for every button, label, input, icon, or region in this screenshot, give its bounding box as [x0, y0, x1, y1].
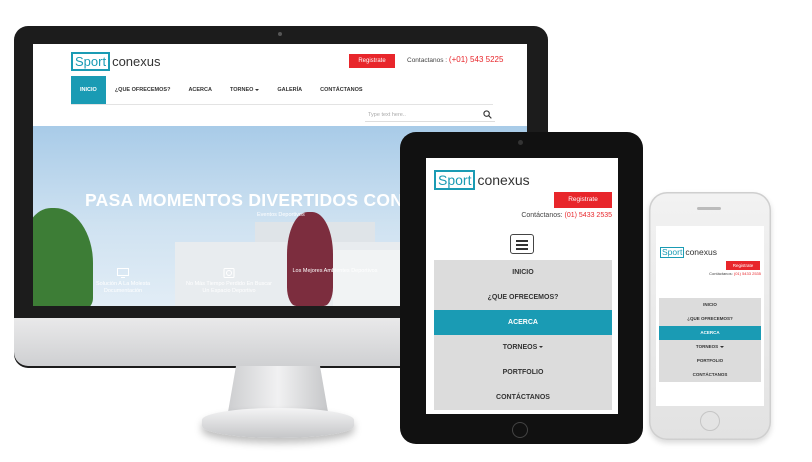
hero-subtitle: Eventos Deportivos — [257, 212, 305, 218]
caret-down-icon — [255, 88, 260, 91]
menu-item-acerca[interactable]: ACERCA — [659, 326, 761, 340]
logo-conexus: conexus — [685, 247, 717, 257]
home-button-icon — [700, 411, 720, 431]
timer-icon — [223, 268, 235, 278]
menu-item-inicio[interactable]: INICIO — [434, 260, 612, 285]
menu-item-portfolio[interactable]: PORTFOLIO — [434, 360, 612, 385]
hamburger-menu-icon[interactable] — [510, 234, 534, 254]
search-placeholder: Type text here.. — [368, 112, 406, 118]
hero-title: PASA MOMENTOS DIVERTIDOS CON — [85, 190, 404, 210]
menu-item-contactanos[interactable]: CONTÁCTANOS — [659, 368, 761, 382]
logo-sport: Sport — [434, 170, 476, 190]
imac-stand-neck — [228, 366, 328, 412]
search-input[interactable]: Type text here.. — [365, 108, 495, 122]
monitor-icon — [117, 268, 129, 278]
logo-sport: Sport — [71, 52, 111, 71]
feature-line1: Solución A La Molesta — [95, 281, 151, 287]
contact-label: Contáctanos: — [521, 212, 563, 219]
desktop-header: Sport conexus Registrate Contactanos : (… — [33, 44, 527, 74]
feature-tiempo: No Más Tiempo Perdido En Buscar Un Espac… — [181, 268, 277, 295]
menu-item-acerca[interactable]: ACERCA — [434, 310, 612, 335]
logo[interactable]: Sport conexus — [71, 52, 161, 71]
menu-item-portfolio[interactable]: PORTFOLIO — [659, 354, 761, 368]
speaker-icon — [697, 207, 721, 210]
tablet-nav-menu: INICIO ¿QUE OFRECEMOS? ACERCA TORNEOS PO… — [434, 260, 612, 410]
nav-item-galeria[interactable]: GALERÍA — [268, 76, 311, 104]
camera-icon — [518, 140, 523, 145]
feature-ambientes: Los Mejores Ambientes Deportivos — [287, 268, 383, 275]
menu-item-que-ofrecemos[interactable]: ¿QUE OFRECEMOS? — [659, 312, 761, 326]
caret-down-icon — [720, 345, 725, 348]
contact-label: Contactanos : — [407, 57, 448, 64]
nav-item-torneo[interactable]: TORNEO — [221, 76, 268, 104]
imac-stand-base — [202, 408, 354, 438]
feature-line2: Un Espacio Deportivo — [202, 288, 256, 295]
logo[interactable]: Sport conexus — [434, 170, 530, 190]
menu-item-torneos-label: TORNEOS — [502, 344, 538, 351]
menu-item-que-ofrecemos[interactable]: ¿QUE OFRECEMOS? — [434, 285, 612, 310]
register-button[interactable]: Registrate — [349, 54, 395, 68]
register-button[interactable]: Registrate — [554, 192, 612, 208]
feature-documentacion: Solución A La Molesta Documentación — [75, 268, 171, 295]
nav-item-que-ofrecemos[interactable]: ¿QUE OFRECEMOS? — [106, 76, 180, 104]
nav-item-contactanos[interactable]: CONTÁCTANOS — [311, 76, 371, 104]
nav-item-inicio[interactable]: INICIO — [71, 76, 106, 104]
logo-conexus: conexus — [477, 172, 530, 188]
menu-item-torneos-label: TORNEOS — [695, 344, 719, 349]
menu-item-contactanos[interactable]: CONTÁCTANOS — [434, 385, 612, 410]
hero-tree-red — [287, 212, 333, 306]
menu-item-inicio[interactable]: INICIO — [659, 298, 761, 312]
nav-divider — [71, 104, 493, 105]
tablet-website: Sport conexus Registrate Contáctanos: (0… — [426, 158, 618, 414]
contact-phone[interactable]: (+01) 543 5225 — [449, 55, 504, 64]
phone-nav-menu: INICIO ¿QUE OFRECEMOS? ACERCA TORNEOS PO… — [659, 298, 761, 382]
phone-website: Sport conexus Registrate Contáctanos: (0… — [656, 226, 764, 406]
contact-info: Contactanos : (+01) 543 5225 — [407, 55, 503, 64]
logo-conexus: conexus — [112, 54, 161, 69]
contact-label: Contáctanos: — [709, 271, 733, 276]
logo[interactable]: Sport conexus — [660, 247, 717, 258]
contact-phone[interactable]: (01) 5433 2535 — [734, 271, 761, 276]
register-button[interactable]: Registrate — [726, 261, 760, 270]
contact-phone[interactable]: (01) 5433 2535 — [565, 212, 612, 219]
feature-line2: Documentación — [103, 288, 143, 295]
search-icon[interactable] — [483, 110, 492, 119]
contact-info: Contáctanos: (01) 5433 2535 — [709, 271, 761, 276]
menu-item-torneos[interactable]: TORNEOS — [659, 340, 761, 354]
menu-item-torneos[interactable]: TORNEOS — [434, 335, 612, 360]
home-button-icon — [512, 422, 528, 438]
desktop-nav: INICIO ¿QUE OFRECEMOS? ACERCA TORNEO GAL… — [71, 76, 372, 104]
nav-item-acerca[interactable]: ACERCA — [179, 76, 221, 104]
camera-icon — [278, 32, 282, 36]
caret-down-icon — [539, 346, 544, 349]
feature-line1: Los Mejores Ambientes Deportivos — [292, 268, 378, 274]
logo-sport: Sport — [660, 247, 685, 258]
nav-item-torneo-label: TORNEO — [229, 87, 254, 93]
contact-info: Contáctanos: (01) 5433 2535 — [521, 212, 612, 219]
feature-line1: No Más Tiempo Perdido En Buscar — [186, 281, 272, 287]
